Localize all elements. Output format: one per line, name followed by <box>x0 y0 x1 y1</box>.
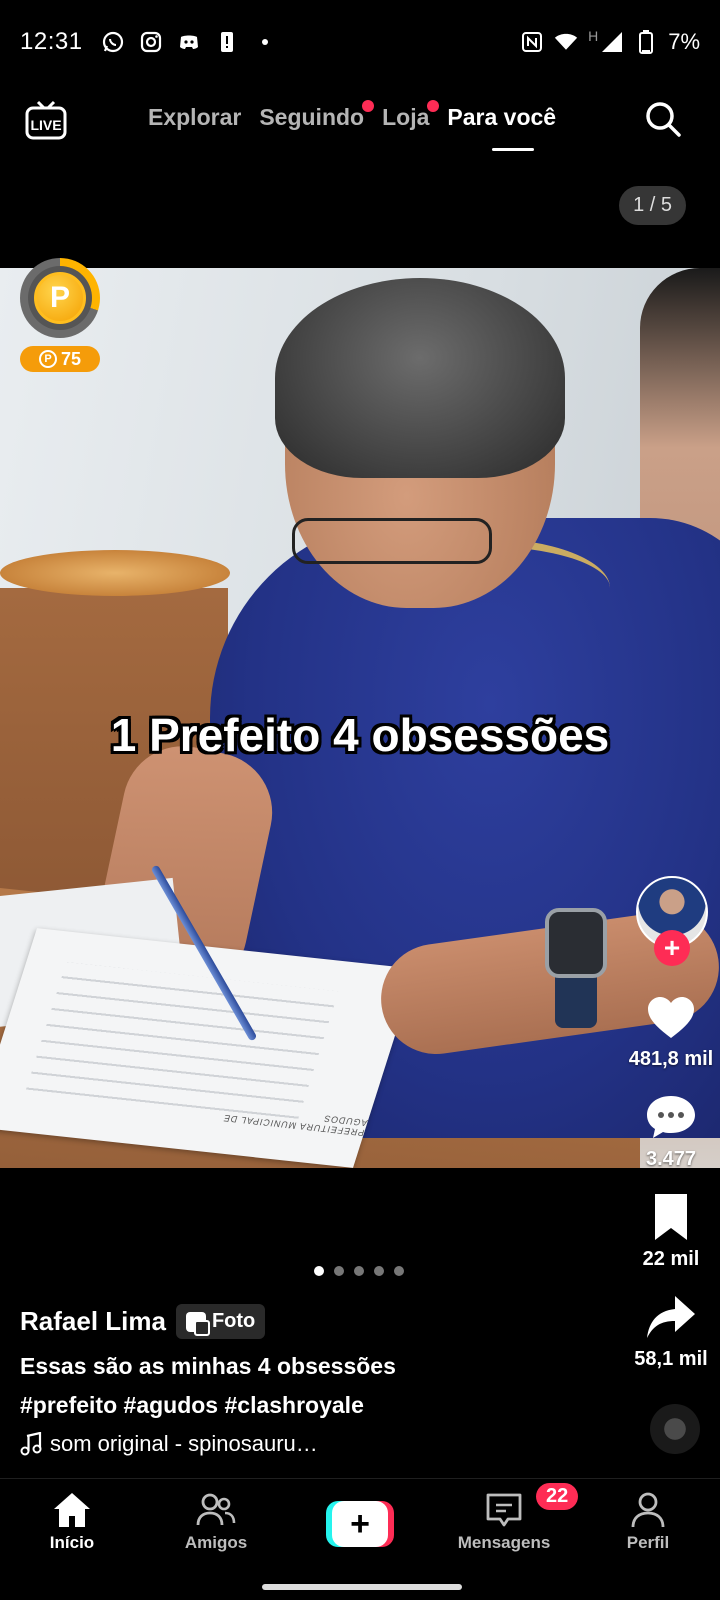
post-caption: Rafael Lima Foto Essas são as minhas 4 o… <box>20 1304 600 1457</box>
bookmark-icon <box>655 1194 687 1240</box>
post-hashtags[interactable]: #prefeito #agudos #clashroyale <box>20 1392 600 1419</box>
music-note-icon <box>20 1432 42 1456</box>
messages-badge: 22 <box>536 1483 579 1510</box>
live-icon[interactable]: LIVE <box>24 98 68 142</box>
profile-icon <box>631 1492 665 1528</box>
photo-stack-icon <box>185 1311 210 1336</box>
photo-overlay-text: 1 Prefeito 4 obsessões <box>110 709 610 761</box>
signal-icon <box>600 30 624 54</box>
carousel-dot <box>334 1266 344 1276</box>
comment-count: 3.477 <box>645 1148 697 1170</box>
coin-icon: P <box>34 272 86 324</box>
tab-loja[interactable]: Loja <box>382 100 440 131</box>
nav-perfil[interactable]: Perfil <box>576 1479 720 1568</box>
tab-seguindo[interactable]: Seguindo <box>259 100 375 131</box>
top-nav: LIVE Explorar Seguindo Loja Para você <box>0 90 720 160</box>
comment-icon <box>647 1096 695 1138</box>
battery-icon <box>634 30 658 54</box>
network-type-label: H <box>588 28 599 44</box>
comment-button[interactable]: 3.477 <box>612 1090 720 1171</box>
photo-badge: Foto <box>175 1304 266 1339</box>
carousel-dot <box>394 1266 404 1276</box>
follow-button[interactable]: + <box>654 930 690 966</box>
discord-icon <box>177 30 201 54</box>
coin-icon: P <box>38 350 57 368</box>
feed-tabs: Explorar Seguindo Loja Para você <box>148 100 556 131</box>
carousel-indicator <box>314 1266 404 1276</box>
carousel-dot <box>314 1266 324 1276</box>
nfc-icon <box>520 30 544 54</box>
save-button[interactable]: 22 mil <box>612 1190 720 1271</box>
heart-icon <box>648 997 694 1038</box>
share-arrow-icon <box>647 1296 695 1338</box>
sound-disc-icon[interactable] <box>650 1404 700 1454</box>
share-button[interactable]: 58,1 mil <box>612 1290 720 1371</box>
save-count: 22 mil <box>642 1248 700 1270</box>
battery-percent: 7% <box>668 29 700 54</box>
nav-inicio[interactable]: Início <box>0 1479 144 1568</box>
wifi-icon <box>554 30 578 54</box>
plus-icon: + <box>332 1501 388 1547</box>
friends-icon <box>196 1493 236 1526</box>
like-button[interactable]: 481,8 mil <box>612 990 720 1071</box>
home-indicator[interactable] <box>262 1584 462 1590</box>
status-time: 12:31 <box>20 28 83 55</box>
nav-mensagens[interactable]: Mensagens 22 <box>432 1479 579 1568</box>
author-name[interactable]: Rafael Lima <box>20 1306 166 1337</box>
create-post-button[interactable]: + <box>288 1479 432 1568</box>
carousel-dot <box>354 1266 364 1276</box>
coin-reward-widget[interactable]: P <box>20 258 100 338</box>
carousel-dot <box>374 1266 384 1276</box>
tab-explorar[interactable]: Explorar <box>148 104 241 131</box>
inbox-icon <box>486 1493 522 1527</box>
svg-text:LIVE: LIVE <box>30 117 61 133</box>
tab-para-voce[interactable]: Para você <box>447 104 556 131</box>
nav-amigos[interactable]: Amigos <box>144 1479 288 1568</box>
dot-icon <box>253 30 277 54</box>
sound-link[interactable]: som original - spinosauru… <box>20 1431 600 1457</box>
alert-icon <box>215 30 239 54</box>
like-count: 481,8 mil <box>628 1048 714 1070</box>
home-icon <box>54 1493 90 1527</box>
post-description[interactable]: Essas são as minhas 4 obsessões <box>20 1353 600 1380</box>
notification-dot <box>362 100 375 112</box>
coin-count-badge[interactable]: P 75 <box>20 346 100 372</box>
share-count: 58,1 mil <box>634 1348 708 1370</box>
search-icon[interactable] <box>644 100 682 138</box>
active-tab-indicator <box>492 148 534 151</box>
whatsapp-icon <box>101 30 125 54</box>
instagram-icon <box>139 30 163 54</box>
status-bar: 12:31 H 7% <box>0 0 720 84</box>
photo-page-counter: 1 / 5 <box>619 186 686 225</box>
bottom-nav: Início Amigos + Mensagens 22 Perfil <box>0 1478 720 1568</box>
notification-dot <box>427 100 440 112</box>
